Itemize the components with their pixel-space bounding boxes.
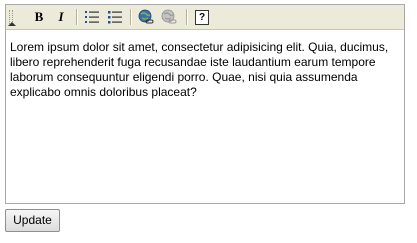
unlink-globe-icon (161, 9, 177, 24)
rich-text-editor: B I ? Lorem ipsum dolor sit amet, consec… (5, 4, 405, 204)
editor-content-area[interactable]: Lorem ipsum dolor sit amet, consectetur … (6, 30, 404, 203)
insert-link-button[interactable] (137, 8, 155, 26)
update-button[interactable]: Update (5, 209, 60, 232)
help-icon: ? (195, 9, 209, 25)
bold-button[interactable]: B (30, 8, 48, 26)
unordered-list-icon (108, 11, 122, 24)
unlink-button[interactable] (160, 8, 178, 26)
italic-icon: I (58, 9, 64, 24)
toolbar-separator (76, 9, 78, 25)
editor-toolbar: B I ? (6, 5, 404, 30)
collapse-toolbar-icon[interactable] (8, 22, 16, 26)
unordered-list-button[interactable] (106, 8, 124, 26)
link-globe-icon (138, 9, 154, 24)
italic-button[interactable]: I (52, 8, 70, 26)
help-button[interactable]: ? (193, 8, 211, 26)
ordered-list-icon (85, 11, 99, 23)
toolbar-separator (186, 9, 188, 25)
toolbar-separator (130, 9, 132, 25)
bold-icon: B (34, 9, 44, 24)
ordered-list-button[interactable] (83, 8, 101, 26)
